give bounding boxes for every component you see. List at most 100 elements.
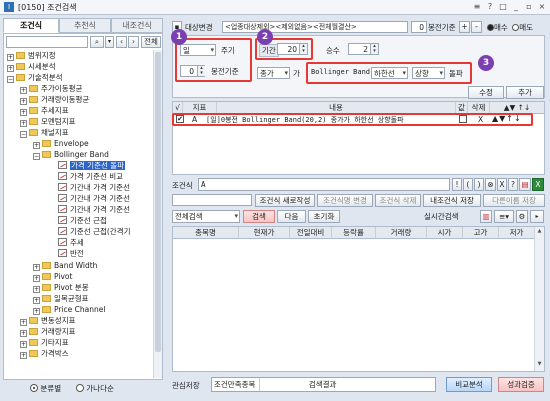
top-bong-input[interactable]: 0 xyxy=(411,21,427,33)
tree-leaf[interactable]: 반전 xyxy=(58,249,84,259)
list-menu-icon[interactable]: ≡▾ xyxy=(494,210,514,223)
expand-arrow-icon[interactable]: ▸ xyxy=(530,210,544,223)
tab-my-conditions[interactable]: 내조건식 xyxy=(111,18,163,33)
next-icon[interactable]: › xyxy=(128,36,139,48)
minus-button[interactable]: - xyxy=(471,21,482,33)
tree-node[interactable]: + 모멘텀지표 xyxy=(20,117,76,127)
tree-node[interactable]: − 채널지표 xyxy=(20,128,69,138)
multiplier-spinner-icon[interactable]: ▴ ▾ xyxy=(370,44,378,54)
tree-leaf[interactable]: 가격 기준선 비교 xyxy=(58,172,123,182)
maximize-icon[interactable]: ▫ xyxy=(524,2,534,12)
tree-node[interactable]: + Pivot 분봉 xyxy=(33,283,89,293)
expand-icon[interactable]: + xyxy=(33,308,40,315)
minimize-icon[interactable]: _ xyxy=(511,2,521,12)
realtime-search-label[interactable]: 실시간검색 xyxy=(424,211,459,222)
tree-node[interactable]: + Envelope xyxy=(33,139,89,149)
performance-button[interactable]: 성과검증 xyxy=(498,377,544,392)
price-type-select[interactable]: 종가 xyxy=(257,67,290,79)
settings-icon[interactable]: ⚙ xyxy=(516,210,528,223)
expand-icon[interactable]: + xyxy=(20,87,27,94)
new-formula-button[interactable]: 조건식 새로작성 xyxy=(255,194,315,207)
fav-save-label[interactable]: 관심저장 xyxy=(172,380,200,391)
expand-icon[interactable]: + xyxy=(20,120,27,127)
op-xor[interactable]: ⊗ xyxy=(485,178,496,191)
radio-alphabetical[interactable] xyxy=(75,384,84,392)
expand-icon[interactable]: + xyxy=(20,98,27,105)
tree-node[interactable]: + 시세분석 xyxy=(7,62,56,72)
collapse-icon[interactable]: − xyxy=(7,76,14,83)
tree-node[interactable]: + Pivot xyxy=(33,272,72,282)
menu-icon[interactable]: ≡ xyxy=(472,2,482,12)
tree-leaf[interactable]: 기간내 가격 기준선 xyxy=(58,183,130,193)
formula-input[interactable]: A xyxy=(198,178,450,191)
bong-spinner-icon[interactable]: ▴ ▾ xyxy=(197,66,205,76)
tree-leaf[interactable]: 기준선 근접 xyxy=(58,216,107,226)
row-delete[interactable]: X xyxy=(478,115,483,124)
save-as-button[interactable]: 다른이름 저장 xyxy=(483,194,545,207)
search-button[interactable]: 검색 xyxy=(243,210,275,223)
expand-icon[interactable]: + xyxy=(33,297,40,304)
all-button[interactable]: 전체 xyxy=(141,36,161,48)
tree-node[interactable]: − 기술적분석 xyxy=(7,73,63,83)
expand-icon[interactable]: + xyxy=(20,319,27,326)
save-my-formula-button[interactable]: 내조건식 저장 xyxy=(423,194,481,207)
row-order-icons[interactable]: ▲▼↑↓ xyxy=(492,114,522,123)
direction-select[interactable]: 상향 xyxy=(412,67,445,79)
expand-icon[interactable]: + xyxy=(20,341,27,348)
tree-scrollbar[interactable] xyxy=(153,50,162,378)
scroll-up-icon[interactable]: ▲ xyxy=(536,228,543,236)
next-button[interactable]: 다음 xyxy=(277,210,306,223)
tree-leaf[interactable]: 기간내 가격 기준선 xyxy=(58,194,130,204)
search-icon[interactable]: ⌕ xyxy=(90,36,104,48)
tree-leaf-selected[interactable]: 가격 기준선 돌파 xyxy=(58,161,126,171)
scroll-down-icon[interactable]: ▼ xyxy=(536,361,543,369)
band-line-select[interactable]: 하한선 xyxy=(371,67,408,79)
expand-icon[interactable]: + xyxy=(33,264,40,271)
tree-node[interactable]: + 범위지정 xyxy=(7,51,56,61)
expand-icon[interactable]: + xyxy=(33,275,40,282)
op-clear[interactable]: X xyxy=(497,178,507,191)
help-icon[interactable]: ? xyxy=(485,2,495,12)
scroll-thumb[interactable] xyxy=(155,52,161,352)
print-icon[interactable]: ▤ xyxy=(519,178,531,191)
tree-node[interactable]: + 거래량이동평균 xyxy=(20,95,89,105)
tree-node[interactable]: + 일목균형표 xyxy=(33,294,89,304)
radio-category[interactable] xyxy=(30,384,38,392)
expand-icon[interactable]: + xyxy=(33,142,40,149)
tree-node[interactable]: + 거래량지표 xyxy=(20,327,76,337)
collapse-icon[interactable]: − xyxy=(33,153,40,160)
search-scope-select[interactable]: 전체검색 xyxy=(172,210,240,223)
row-checkbox[interactable]: ✔ xyxy=(176,115,184,123)
condition-name-input[interactable] xyxy=(172,194,252,206)
help-op-icon[interactable]: ? xyxy=(508,178,518,191)
tree-leaf[interactable]: 추세 xyxy=(58,238,84,248)
tree-node[interactable]: − Bollinger Band xyxy=(33,150,109,160)
tree-node[interactable]: + 변동성지표 xyxy=(20,316,76,326)
op-not[interactable]: ! xyxy=(452,178,462,191)
expand-icon[interactable]: + xyxy=(7,65,14,72)
delete-formula-button[interactable]: 조건식 삭제 xyxy=(375,194,421,207)
radio-buy[interactable] xyxy=(487,24,494,31)
row-value-checkbox[interactable] xyxy=(459,115,467,123)
tab-conditions[interactable]: 조건식 xyxy=(3,18,59,33)
add-button[interactable]: 추가 xyxy=(506,86,544,99)
tab-recommended[interactable]: 추천식 xyxy=(59,18,111,33)
realtime-icon[interactable]: ▥ xyxy=(480,210,492,223)
excel-icon[interactable]: X xyxy=(532,178,544,191)
tree-search-input[interactable] xyxy=(6,36,88,48)
expand-icon[interactable]: + xyxy=(20,330,27,337)
op-open-paren[interactable]: ( xyxy=(463,178,473,191)
row-content[interactable]: [일]0봉전 Bollinger Band(20,2) 종가가 하한선 상향돌파 xyxy=(206,115,404,125)
tree-node[interactable]: + 가격박스 xyxy=(20,349,69,359)
expand-icon[interactable]: + xyxy=(33,286,40,293)
modify-button[interactable]: 수정 xyxy=(468,86,504,99)
rename-formula-button[interactable]: 조건식명 변경 xyxy=(317,194,373,207)
expand-icon[interactable]: + xyxy=(7,54,14,61)
tree-node[interactable]: + 추세지표 xyxy=(20,106,69,116)
tree-leaf[interactable]: 기준선 근접(간격기 xyxy=(58,227,131,237)
collapse-icon[interactable]: − xyxy=(20,131,27,138)
tree-node[interactable]: + Band Width xyxy=(33,261,97,271)
period-spinner-icon[interactable]: ▴ ▾ xyxy=(299,44,307,54)
close-icon[interactable]: × xyxy=(537,2,547,12)
dropdown-icon[interactable]: ▾ xyxy=(105,36,114,48)
